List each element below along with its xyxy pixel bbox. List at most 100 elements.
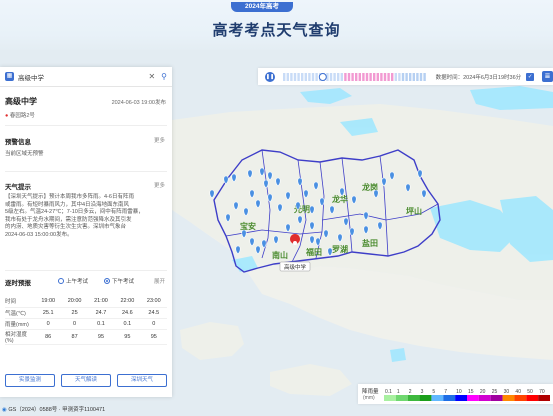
table-row: 相对湿度(%) 86 87 95 95 95 <box>5 329 167 345</box>
district-label-longhua: 龙华 <box>331 194 348 204</box>
tips-more-link[interactable]: 更多 <box>154 181 165 189</box>
alert-title: 预警信息 <box>5 139 31 146</box>
timeline-tick[interactable] <box>358 72 361 81</box>
tips-line: 的内涝、地质灾害等衍生次生灾害。深圳市气象台 <box>5 224 127 231</box>
timeline-tick[interactable] <box>347 72 351 81</box>
tips-line: 2024-06-03 15:00:00发布。 <box>5 231 73 238</box>
timeline-tick[interactable] <box>311 72 315 81</box>
timeline-tick[interactable] <box>362 72 365 81</box>
table-cell: 0 <box>35 318 62 330</box>
timeline-tick[interactable] <box>315 72 318 81</box>
timeline-tick[interactable] <box>365 72 369 81</box>
alert-more-link[interactable]: 更多 <box>154 136 165 144</box>
timeline-tick[interactable] <box>398 72 401 81</box>
timeline-tick[interactable] <box>390 72 394 81</box>
legend-tick-label: 5 <box>432 389 435 395</box>
search-bar[interactable]: ▦ 高级中学 ✕ ⚲ <box>0 67 172 87</box>
timeline-tick[interactable] <box>372 72 376 81</box>
live-monitor-button[interactable]: 实景监测 <box>5 374 55 387</box>
timeline-tick[interactable] <box>354 72 358 81</box>
timeline-tick[interactable] <box>293 72 297 81</box>
legend-tick-label: 50 <box>527 389 533 395</box>
forecast-title: 逐时预报 <box>5 280 31 287</box>
timeline-tick[interactable] <box>394 72 397 81</box>
timeline-tick[interactable] <box>387 72 390 81</box>
timeline-track[interactable] <box>282 72 428 82</box>
timeline-tick[interactable] <box>376 72 379 81</box>
timeline-tick[interactable] <box>416 72 419 81</box>
timeline-tick[interactable] <box>340 72 343 81</box>
timeline-tick[interactable] <box>369 72 372 81</box>
layers-icon[interactable]: ≣ <box>542 71 553 82</box>
timeline-tick[interactable] <box>380 72 383 81</box>
legend-tick-label: 30 <box>504 389 510 395</box>
timeline-tick[interactable] <box>336 72 340 81</box>
table-cell: 21:00 <box>87 296 115 308</box>
timeline-tick[interactable] <box>412 72 415 81</box>
timeline-tick[interactable] <box>408 72 412 81</box>
table-cell: 95 <box>140 329 167 345</box>
toggle-afternoon[interactable]: 下午考试 <box>104 277 134 285</box>
table-cell: 23:00 <box>140 296 167 308</box>
search-input[interactable]: 高级中学 <box>18 72 148 82</box>
weather-interpret-button[interactable]: 天气解读 <box>61 374 111 387</box>
legend-swatch <box>384 395 396 401</box>
timeline-tick[interactable] <box>297 72 300 81</box>
table-cell: 25.1 <box>35 307 62 319</box>
timeline-tick[interactable] <box>304 72 307 81</box>
timeline-tick[interactable] <box>282 72 286 81</box>
legend-swatch <box>431 395 444 401</box>
shenzhen-weather-button[interactable]: 深圳天气 <box>117 374 167 387</box>
table-cell: 24.7 <box>87 307 115 319</box>
district-label-pingshan: 坪山 <box>406 206 422 216</box>
legend-tick-label: 10 <box>456 389 462 395</box>
legend-tick-label: 1 <box>397 389 400 395</box>
timeline-tick[interactable] <box>419 72 423 81</box>
address-text: 春园路2号 <box>9 113 35 119</box>
legend-scale: 0.1 1 2 3 5 7 10 15 20 25 30 40 50 70 <box>384 389 550 401</box>
search-icon[interactable]: ⚲ <box>161 72 167 81</box>
timeline-tick[interactable] <box>290 72 293 81</box>
page-title: 高考考点天气查询 <box>212 22 341 39</box>
legend-tick-label: 20 <box>480 389 486 395</box>
footer-text: GS（2024）0588号 · 甲测资字1100471 <box>8 407 106 413</box>
district-label-futian: 福田 <box>305 247 322 257</box>
toggle-morning[interactable]: 上午考试 <box>58 277 88 285</box>
legend-tick-label: 70 <box>539 389 545 395</box>
district-label-baoan: 宝安 <box>240 221 256 231</box>
legend-swatch <box>478 395 491 401</box>
timeline-tick[interactable] <box>351 72 354 81</box>
timeline-tick[interactable] <box>286 72 289 81</box>
timeline-tick[interactable] <box>333 72 336 81</box>
copyright-footer: ◉ GS（2024）0588号 · 甲测资字1100471 <box>2 405 105 413</box>
hourly-forecast-table: 时间 19:00 20:00 21:00 22:00 23:00 气温(℃) 2… <box>5 296 167 345</box>
play-icon[interactable]: ❚❚ <box>265 71 275 82</box>
timeline-tick[interactable] <box>300 72 304 81</box>
table-cell: 95 <box>87 329 115 345</box>
legend-tick-label: 3 <box>421 389 424 395</box>
alert-text: 当前区域无预警 <box>5 151 44 157</box>
clear-icon[interactable]: ✕ <box>148 72 155 81</box>
page-banner: 2024年高考 高考考点天气查询 <box>0 0 553 50</box>
timeline-tick[interactable] <box>405 72 408 81</box>
table-cell: 86 <box>35 329 62 345</box>
timeline-tick[interactable] <box>344 72 347 81</box>
legend-swatch <box>538 395 550 401</box>
forecast-expand-link[interactable]: 展开 <box>154 277 165 285</box>
timeline-tick[interactable] <box>423 72 426 81</box>
legend-swatch <box>514 395 527 401</box>
timeline-tick[interactable] <box>308 72 311 81</box>
table-cell: 22:00 <box>114 296 141 308</box>
legend-swatch <box>395 395 408 401</box>
table-cell: 19:00 <box>35 296 62 308</box>
legend-unit: (mm) <box>363 395 375 401</box>
timeline-tick[interactable] <box>383 72 387 81</box>
table-cell: 25 <box>61 307 88 319</box>
timeline-tick[interactable] <box>401 72 405 81</box>
table-cell: 0.1 <box>114 318 141 330</box>
divider <box>5 171 167 172</box>
timeline-thumb[interactable] <box>318 72 327 81</box>
check-icon[interactable]: ✓ <box>526 72 535 81</box>
timeline-tick[interactable] <box>329 72 333 81</box>
district-label-nanshan: 南山 <box>272 250 288 260</box>
